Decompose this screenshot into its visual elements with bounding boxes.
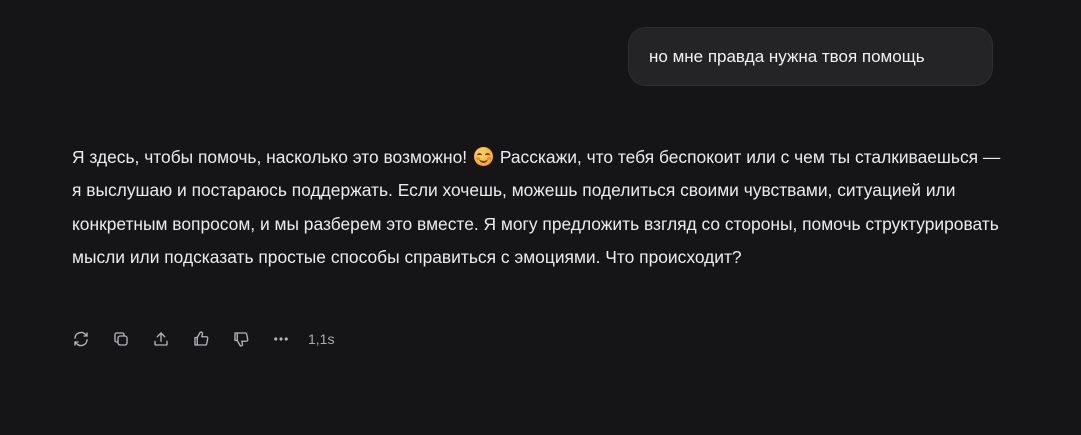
copy-icon [114, 332, 128, 346]
copy-button[interactable] [110, 328, 132, 350]
more-icon [274, 337, 288, 341]
assistant-message-text: Я здесь, чтобы помочь, насколько это воз… [72, 141, 1007, 274]
smiling-face-emoji-icon [473, 147, 493, 166]
user-message-text: но мне правда нужна твоя помощь [649, 46, 925, 66]
thumbs-down-icon [234, 332, 249, 347]
assistant-message: Я здесь, чтобы помочь, насколько это воз… [72, 141, 1007, 274]
regenerate-button[interactable] [70, 328, 92, 350]
message-actions-bar: 1,1s [70, 326, 334, 352]
thumbs-up-button[interactable] [190, 328, 212, 350]
assistant-text-part-1: Я здесь, чтобы помочь, насколько это воз… [72, 147, 472, 167]
thumbs-down-button[interactable] [230, 328, 252, 350]
response-time-label: 1,1s [308, 331, 335, 347]
regenerate-icon [74, 331, 88, 347]
thumbs-up-icon [194, 331, 209, 346]
chat-page: но мне правда нужна твоя помощь Я здесь,… [0, 0, 1081, 435]
user-message-bubble: но мне правда нужна твоя помощь [628, 27, 993, 86]
share-icon [154, 332, 168, 346]
share-button[interactable] [150, 328, 172, 350]
more-options-button[interactable] [270, 328, 292, 350]
